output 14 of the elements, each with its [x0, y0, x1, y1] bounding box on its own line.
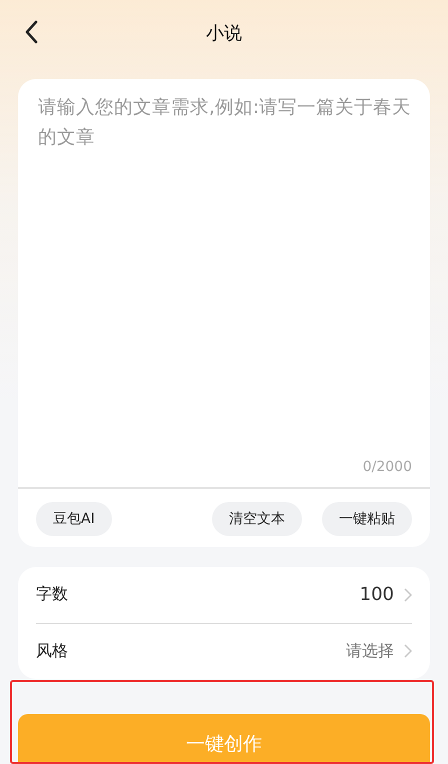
chevron-right-icon: [404, 644, 412, 658]
chip-button[interactable]: 豆包AI: [36, 502, 112, 536]
back-icon[interactable]: [24, 20, 38, 44]
settings-row[interactable]: 风格 请选择: [36, 622, 412, 679]
character-counter: 0/2000: [362, 459, 412, 475]
setting-value: 请选择: [346, 640, 394, 662]
setting-value: 100: [360, 584, 394, 606]
settings-row[interactable]: 字数 100: [36, 567, 412, 622]
page-title: 小说: [206, 22, 242, 44]
chip-button[interactable]: 一键粘贴: [322, 502, 412, 536]
setting-label: 字数: [36, 584, 69, 606]
chevron-right-icon: [404, 588, 412, 602]
setting-label: 风格: [36, 640, 69, 662]
chip-button[interactable]: 清空文本: [212, 502, 302, 536]
